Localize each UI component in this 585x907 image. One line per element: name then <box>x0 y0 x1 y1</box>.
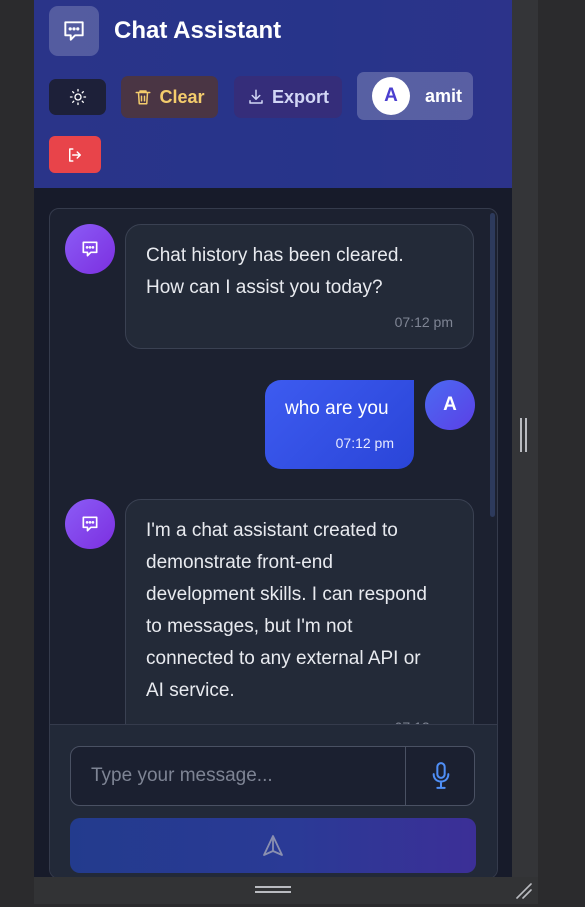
message-line: connected to any external API or <box>146 648 421 669</box>
theme-toggle-button[interactable] <box>49 79 106 115</box>
message-line: to messages, but I'm not <box>146 616 353 637</box>
logout-icon <box>69 147 81 162</box>
sun-icon <box>69 88 86 106</box>
microphone-icon <box>432 762 450 789</box>
send-button[interactable] <box>70 818 476 873</box>
bot-avatar <box>65 499 115 549</box>
message-text: who are you <box>285 398 389 419</box>
user-message: who are you 07:12 pm <box>265 380 414 469</box>
page-title: Chat Assistant <box>114 17 282 44</box>
send-icon <box>263 834 283 856</box>
message-line: demonstrate front-end <box>146 552 333 573</box>
bot-avatar <box>65 224 115 274</box>
message-line: I'm a chat assistant created to <box>146 520 398 541</box>
message-line: How can I assist you today? <box>146 277 383 298</box>
export-button[interactable]: Export <box>234 76 342 118</box>
app-header: Chat Assistant Clear Export A amit <box>34 0 512 188</box>
logout-button[interactable] <box>49 136 101 173</box>
chat-messages-panel[interactable]: Chat history has been cleared. How can I… <box>49 208 498 877</box>
chat-scrollbar[interactable] <box>490 213 495 517</box>
message-input-wrapper <box>70 746 475 806</box>
resize-corner-icon[interactable] <box>513 880 535 902</box>
vertical-splitter-handle[interactable] <box>520 418 528 452</box>
chat-app-window: Chat Assistant Clear Export A amit Chat … <box>34 0 512 877</box>
download-icon <box>249 89 263 104</box>
chat-bubble-icon <box>49 6 99 56</box>
microphone-button[interactable] <box>405 747 476 805</box>
message-line: development skills. I can respond <box>146 584 427 605</box>
export-label: Export <box>271 86 329 107</box>
message-line: AI service. <box>146 680 235 701</box>
user-avatar: A <box>425 380 475 430</box>
chat-bubble-icon <box>82 516 98 532</box>
user-profile-button[interactable]: A amit <box>357 72 473 120</box>
clear-label: Clear <box>159 86 205 107</box>
message-input[interactable] <box>71 747 405 805</box>
clear-button[interactable]: Clear <box>121 76 218 118</box>
message-composer <box>50 724 497 877</box>
avatar: A <box>372 77 410 115</box>
bot-message: Chat history has been cleared. How can I… <box>125 224 474 349</box>
message-time: 07:12 pm <box>335 435 394 451</box>
username: amit <box>425 85 463 106</box>
chat-bubble-icon <box>82 241 98 257</box>
message-time: 07:12 pm <box>394 314 453 330</box>
horizontal-resize-handle[interactable] <box>255 885 291 895</box>
message-line: Chat history has been cleared. <box>146 245 404 266</box>
trash-icon <box>135 90 151 105</box>
